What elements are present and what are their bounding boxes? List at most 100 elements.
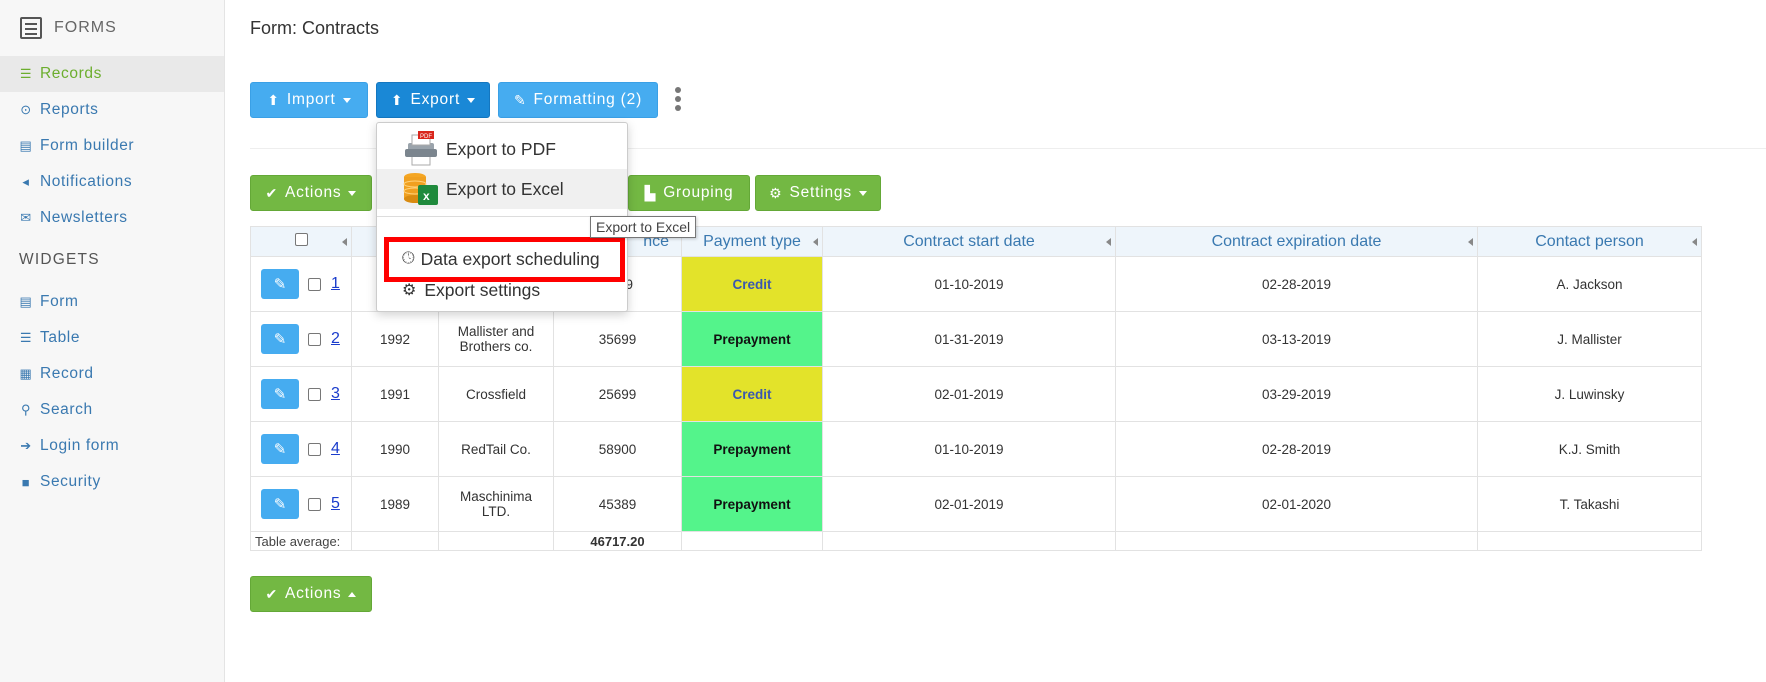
cell-company: Mallister and Brothers co. bbox=[438, 311, 554, 367]
cell-contact: J. Luwinsky bbox=[1477, 366, 1702, 422]
sort-icon[interactable] bbox=[342, 238, 347, 246]
row-checkbox[interactable] bbox=[308, 277, 321, 291]
cell-payment-type: Prepayment bbox=[681, 476, 823, 532]
edit-button[interactable]: ✎ bbox=[261, 434, 299, 464]
gear-icon: ⚙ bbox=[402, 282, 417, 299]
sidebar-item-records[interactable]: ☰ Records bbox=[0, 56, 224, 92]
cell-start-date: 01-10-2019 bbox=[822, 256, 1116, 312]
record-link[interactable]: 5 bbox=[331, 495, 340, 513]
formatting-button[interactable]: ✎ Formatting (2) bbox=[498, 82, 658, 118]
record-link[interactable]: 2 bbox=[331, 330, 340, 348]
sidebar: FORMS ☰ Records ⊙ Reports ▤ Form builder ◂ N… bbox=[0, 0, 225, 682]
check-icon: ✔ bbox=[265, 585, 279, 602]
svg-text:PDF: PDF bbox=[420, 134, 432, 140]
settings-button[interactable]: ⚙ Settings bbox=[755, 175, 881, 211]
sort-icon[interactable] bbox=[1106, 238, 1111, 246]
brush-icon: ✎ bbox=[513, 91, 527, 108]
row-checkbox[interactable] bbox=[308, 387, 321, 401]
cell-start-date: 01-31-2019 bbox=[822, 311, 1116, 367]
caret-up-icon bbox=[348, 591, 357, 597]
tooltip: Export to Excel bbox=[590, 216, 697, 238]
edit-button[interactable]: ✎ bbox=[261, 489, 299, 519]
list-icon: ☰ bbox=[19, 66, 33, 81]
sidebar-header: FORMS bbox=[0, 0, 224, 56]
cell-payment-type: Credit bbox=[681, 366, 823, 422]
cell-start-date: 01-10-2019 bbox=[822, 421, 1116, 477]
grouping-icon: ▙ bbox=[644, 184, 657, 201]
cell-year: 1991 bbox=[351, 366, 439, 422]
cell-price: 35699 bbox=[553, 311, 682, 367]
cell-payment-type: Prepayment bbox=[681, 421, 823, 477]
header-contract-expiration[interactable]: Contract expiration date bbox=[1115, 226, 1478, 257]
header-contact-person[interactable]: Contact person bbox=[1477, 226, 1702, 257]
record-link[interactable]: 4 bbox=[331, 440, 340, 458]
menu-item-export-excel[interactable]: x Export to Excel bbox=[377, 169, 627, 209]
list-icon: ☰ bbox=[19, 330, 33, 345]
cell-start-date: 02-01-2019 bbox=[822, 366, 1116, 422]
cell-payment-type: Credit bbox=[681, 256, 823, 312]
cell-expiration-date: 02-01-2020 bbox=[1115, 476, 1478, 532]
grouping-button[interactable]: ▙ Grouping bbox=[628, 175, 750, 211]
search-icon: ⚲ bbox=[20, 402, 32, 417]
cell-start-date: 02-01-2019 bbox=[822, 476, 1116, 532]
sidebar-item-newsletters[interactable]: ✉ Newsletters bbox=[0, 200, 224, 236]
sidebar-item-form[interactable]: ▤ Form bbox=[0, 284, 224, 320]
sidebar-item-login-form[interactable]: ➔ Login form bbox=[0, 428, 224, 464]
caret-down-icon bbox=[467, 97, 476, 103]
sort-icon[interactable] bbox=[1692, 238, 1697, 246]
actions-bottom-button[interactable]: ✔ Actions bbox=[250, 576, 372, 612]
sidebar-header-label: FORMS bbox=[54, 19, 117, 36]
lock-icon: ■ bbox=[21, 474, 31, 490]
cell-contact: T. Takashi bbox=[1477, 476, 1702, 532]
pdf-printer-icon: PDF bbox=[402, 131, 440, 167]
edit-button[interactable]: ✎ bbox=[261, 379, 299, 409]
check-icon: ✔ bbox=[265, 184, 279, 201]
select-all-header bbox=[250, 226, 352, 257]
envelope-icon: ✉ bbox=[20, 210, 32, 225]
sidebar-item-form-builder[interactable]: ▤ Form builder bbox=[0, 128, 224, 164]
row-checkbox[interactable] bbox=[308, 332, 321, 346]
row-checkbox[interactable] bbox=[308, 497, 321, 511]
caret-down-icon bbox=[342, 97, 351, 103]
cell-expiration-date: 02-28-2019 bbox=[1115, 421, 1478, 477]
cell-expiration-date: 03-13-2019 bbox=[1115, 311, 1478, 367]
row-checkbox[interactable] bbox=[308, 442, 321, 456]
sidebar-item-record[interactable]: ▦ Record bbox=[0, 356, 224, 392]
import-button[interactable]: ⬆ Import bbox=[250, 82, 368, 118]
select-all-checkbox[interactable] bbox=[294, 232, 308, 246]
highlight-box bbox=[384, 237, 625, 282]
page-title: Form: Contracts bbox=[250, 18, 380, 38]
export-button[interactable]: ⬆ Export bbox=[376, 82, 490, 118]
actions-button[interactable]: ✔ Actions bbox=[250, 175, 372, 211]
form-icon: ▤ bbox=[19, 138, 33, 153]
sort-icon[interactable] bbox=[813, 238, 818, 246]
header-contract-start[interactable]: Contract start date bbox=[822, 226, 1116, 257]
sidebar-item-search[interactable]: ⚲ Search bbox=[0, 392, 224, 428]
sidebar-item-security[interactable]: ■ Security bbox=[0, 464, 224, 500]
cell-expiration-date: 03-29-2019 bbox=[1115, 366, 1478, 422]
cell-company: Maschinima LTD. bbox=[438, 476, 554, 532]
more-options-icon[interactable] bbox=[675, 87, 681, 114]
import-icon: ⬆ bbox=[267, 91, 280, 108]
cell-price: 45389 bbox=[553, 476, 682, 532]
table-footer-row: Table average: 46717.20 bbox=[250, 531, 1702, 551]
megaphone-icon: ◂ bbox=[22, 174, 30, 189]
header-payment-type[interactable]: Payment type bbox=[681, 226, 823, 257]
excel-database-icon: x bbox=[402, 171, 440, 207]
table-average-label: Table average: bbox=[250, 531, 352, 551]
cell-year: 1992 bbox=[351, 311, 439, 367]
svg-text:x: x bbox=[423, 189, 430, 203]
sidebar-item-notifications[interactable]: ◂ Notifications bbox=[0, 164, 224, 200]
cell-price: 25699 bbox=[553, 366, 682, 422]
record-link[interactable]: 3 bbox=[331, 385, 340, 403]
cell-year: 1990 bbox=[351, 421, 439, 477]
edit-button[interactable]: ✎ bbox=[261, 269, 299, 299]
edit-button[interactable]: ✎ bbox=[261, 324, 299, 354]
sidebar-item-reports[interactable]: ⊙ Reports bbox=[0, 92, 224, 128]
table-row: ✎ 2 1992 Mallister and Brothers co. 35699… bbox=[250, 311, 1702, 367]
sidebar-item-table[interactable]: ☰ Table bbox=[0, 320, 224, 356]
record-link[interactable]: 1 bbox=[331, 275, 340, 293]
sort-icon[interactable] bbox=[1468, 238, 1473, 246]
menu-item-export-pdf[interactable]: PDF Export to PDF bbox=[377, 129, 627, 169]
cell-contact: A. Jackson bbox=[1477, 256, 1702, 312]
